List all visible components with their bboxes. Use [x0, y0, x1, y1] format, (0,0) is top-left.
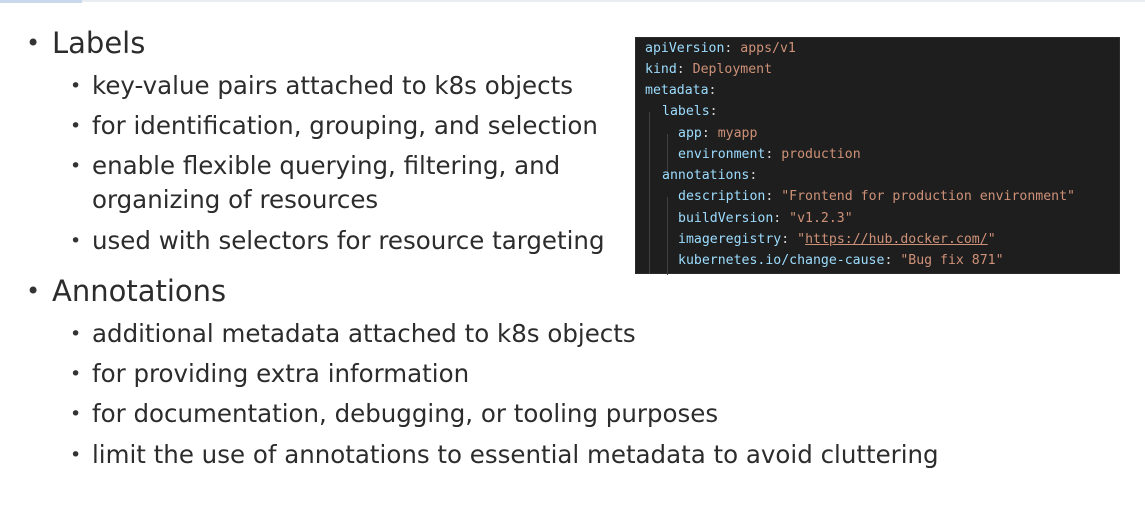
yaml-value: "Frontend for production environment"	[781, 189, 1075, 204]
yaml-key: description	[678, 189, 766, 204]
labels-point: enable flexible querying, filtering, and…	[70, 149, 612, 217]
yaml-line-apiversion: apiVersion: apps/v1	[645, 41, 796, 56]
yaml-value: apps/v1	[740, 41, 796, 56]
yaml-key: metadata	[645, 83, 709, 98]
annotations-heading: Annotations	[26, 274, 226, 308]
indent-guide	[667, 197, 668, 275]
annotations-point: for documentation, debugging, or tooling…	[70, 397, 718, 431]
yaml-value: "Bug fix 871"	[900, 253, 1004, 268]
registry-link[interactable]: https://hub.docker.com/	[805, 232, 988, 247]
yaml-key: apiVersion	[645, 41, 725, 56]
yaml-line-labels: labels:	[662, 104, 718, 119]
yaml-key: environment	[678, 147, 766, 162]
yaml-key: imageregistry	[678, 232, 782, 247]
yaml-value: myapp	[717, 126, 758, 141]
yaml-line-kind: kind: Deployment	[645, 62, 773, 77]
labels-point: for identification, grouping, and select…	[70, 109, 598, 143]
yaml-key: kind	[645, 62, 677, 77]
yaml-value: production	[781, 147, 861, 162]
yaml-key: kubernetes.io/change-cause	[678, 253, 885, 268]
yaml-line-change-cause: kubernetes.io/change-cause: "Bug fix 871…	[678, 253, 1004, 268]
yaml-line-description: description: "Frontend for production en…	[678, 189, 1075, 204]
yaml-key: buildVersion	[678, 211, 774, 226]
yaml-key: app	[678, 126, 702, 141]
yaml-line-buildversion: buildVersion: "v1.2.3"	[678, 211, 853, 226]
labels-point: key-value pairs attached to k8s objects	[70, 69, 573, 103]
yaml-line-metadata: metadata:	[645, 83, 717, 98]
yaml-value: Deployment	[692, 62, 773, 77]
yaml-key: labels	[662, 104, 710, 119]
annotations-point: additional metadata attached to k8s obje…	[70, 317, 636, 351]
yaml-line-app: app: myapp	[678, 126, 758, 141]
annotations-point: for providing extra information	[70, 357, 469, 391]
yaml-line-environment: environment: production	[678, 147, 861, 162]
top-divider	[82, 0, 1145, 2]
top-accent-bar	[0, 0, 82, 3]
yaml-line-imageregistry: imageregistry: "https://hub.docker.com/"	[678, 232, 996, 247]
yaml-code-panel: apiVersion: apps/v1 kind: Deployment met…	[635, 37, 1120, 275]
yaml-line-annotations: annotations:	[662, 168, 758, 183]
annotations-point: limit the use of annotations to essentia…	[70, 438, 939, 472]
indent-guide	[649, 112, 650, 274]
yaml-value: "v1.2.3"	[789, 211, 853, 226]
labels-heading: Labels	[26, 26, 145, 60]
labels-point: used with selectors for resource targeti…	[70, 224, 605, 258]
yaml-key: annotations	[662, 168, 750, 183]
